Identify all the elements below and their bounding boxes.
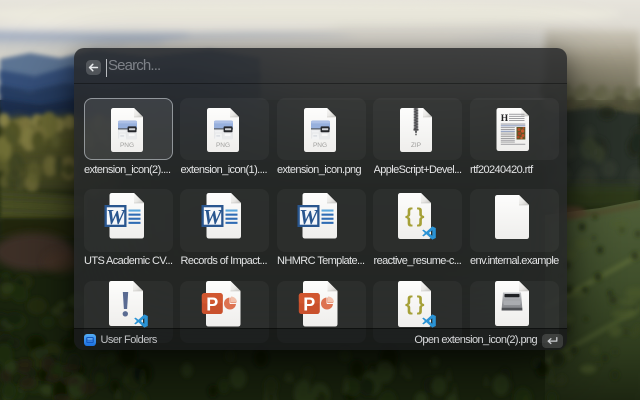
svg-text:ZIP: ZIP: [411, 142, 421, 149]
svg-text:H: H: [500, 114, 508, 124]
svg-text:W: W: [106, 205, 126, 229]
svg-text:W: W: [299, 205, 319, 229]
svg-text:PNG: PNG: [216, 141, 230, 148]
svg-text:P: P: [206, 294, 218, 314]
svg-text:}: }: [417, 206, 425, 228]
svg-text:{: {: [405, 293, 413, 315]
svg-text:P: P: [303, 294, 315, 314]
svg-text:PNG: PNG: [119, 141, 133, 148]
svg-text:{: {: [405, 206, 413, 228]
svg-text:PNG: PNG: [312, 141, 326, 148]
svg-text:W: W: [203, 205, 223, 229]
svg-text:}: }: [417, 293, 425, 315]
